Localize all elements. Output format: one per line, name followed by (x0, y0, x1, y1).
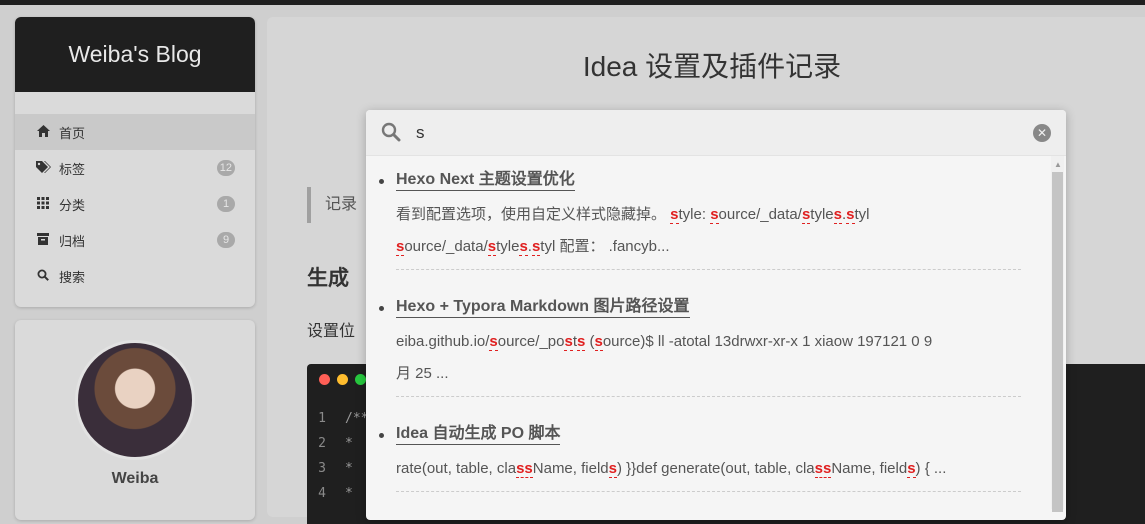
author-card: Weiba (15, 320, 255, 520)
search-result-item[interactable]: Idea 自动生成 PO 脚本 rate(out, table, classNam… (366, 424, 1021, 492)
post-title: Idea 设置及插件记录 (582, 51, 842, 82)
menu-item-tags[interactable]: 标签 12 (15, 150, 255, 186)
snippet-text: tyle (810, 206, 834, 223)
search-result-item[interactable]: Hexo Next 主题设置优化 看到配置选项，使用自定义样式隐藏掉。 style… (366, 170, 1021, 270)
bullet-icon (379, 179, 384, 184)
match-highlight: s (594, 333, 603, 351)
bullet-icon (379, 306, 384, 311)
scrollbar-thumb[interactable] (1052, 172, 1063, 512)
clear-search-icon[interactable]: ✕ (1033, 124, 1051, 142)
window-controls (319, 374, 366, 385)
snippet-line: 看到配置选项，使用自定义样式隐藏掉。 style: source/_data/s… (396, 199, 1021, 231)
menu-item-search[interactable]: 搜索 (15, 258, 255, 294)
results-scrollbar[interactable]: ▲ (1051, 156, 1064, 512)
snippet-text: tyl 配置： .fancyb... (540, 238, 670, 255)
search-result-snippet: 看到配置选项，使用自定义样式隐藏掉。 style: source/_data/s… (396, 199, 1021, 270)
match-highlight: s (670, 206, 679, 224)
categories-count-badge: 1 (217, 196, 235, 212)
archive-count-badge: 9 (217, 232, 235, 248)
search-result-title[interactable]: Hexo + Typora Markdown 图片路径设置 (396, 297, 690, 318)
snippet-line: rate(out, table, className, fields) }}de… (396, 453, 1021, 485)
maximize-dot-icon (355, 374, 366, 385)
site-title[interactable]: Weiba's Blog (15, 17, 255, 92)
tags-count-badge: 12 (216, 160, 235, 176)
match-highlight: s (608, 460, 617, 478)
snippet-text: Name, field (831, 460, 908, 477)
menu-item-label: 搜索 (59, 269, 86, 285)
archive-icon (35, 232, 51, 248)
snippet-line: source/_data/styles.styl 配置： .fancyb... (396, 231, 1021, 263)
close-dot-icon (319, 374, 330, 385)
snippet-line: eiba.github.io/source/_posts (source)$ l… (396, 326, 1021, 358)
snippet-text: tyl (854, 206, 870, 223)
menu-item-label: 归档 (59, 233, 86, 249)
snippet-text: ) { ... (915, 460, 947, 477)
match-highlight: ss (814, 460, 832, 478)
menu-item-archive[interactable]: 归档 9 (15, 222, 255, 258)
top-bar (0, 0, 1145, 5)
match-highlight: s (710, 206, 719, 224)
grid-icon (35, 196, 51, 212)
scroll-up-arrow-icon[interactable]: ▲ (1054, 160, 1062, 169)
snippet-line: 月 25 ... (396, 358, 1021, 390)
snippet-text: 看到配置选项，使用自定义样式隐藏掉。 (396, 206, 671, 223)
snippet-text: ource/_data/ (404, 238, 488, 255)
search-icon (381, 122, 401, 142)
bullet-icon (379, 433, 384, 438)
snippet-text: tyle (496, 238, 520, 255)
match-highlight: s (487, 238, 497, 256)
snippet-text: 月 25 ... (396, 365, 449, 382)
avatar (75, 340, 195, 460)
author-name: Weiba (111, 470, 159, 487)
sidebar-menu: 首页 标签 12 分类 1 归档 9 搜索 (15, 114, 255, 294)
search-result-title[interactable]: Hexo Next 主题设置优化 (396, 170, 575, 191)
snippet-text: ource/_po (497, 333, 565, 350)
match-highlight: s (489, 333, 498, 351)
snippet-text: ource/_data/ (718, 206, 802, 223)
post-quote: 记录 (307, 187, 357, 223)
match-highlight: s (519, 238, 528, 256)
sidebar-brand-card: Weiba's Blog 首页 标签 12 分类 1 归档 9 搜索 (15, 17, 255, 307)
search-popup: ✕ Hexo Next 主题设置优化看到配置选项，使用自定义样式隐藏掉。 sty… (366, 110, 1066, 520)
snippet-text: tyle: (678, 206, 711, 223)
match-highlight: s (846, 206, 855, 224)
snippet-text: eiba.github.io/ (396, 333, 490, 350)
snippet-text: ( (585, 333, 595, 350)
minimize-dot-icon (337, 374, 348, 385)
snippet-text: Name, field (532, 460, 609, 477)
snippet-text: rate(out, table, cla (396, 460, 517, 477)
search-bar: ✕ (366, 110, 1066, 156)
match-highlight: s (564, 333, 573, 351)
menu-item-home[interactable]: 首页 (15, 114, 255, 150)
search-result-snippet: eiba.github.io/source/_posts (source)$ l… (396, 326, 1021, 397)
post-heading: 生成 (307, 267, 349, 290)
menu-item-label: 标签 (59, 161, 86, 177)
tags-icon (35, 160, 51, 176)
snippet-text: ) }}def generate(out, table, cla (616, 460, 815, 477)
match-highlight: s (833, 206, 842, 224)
search-result-snippet: rate(out, table, className, fields) }}de… (396, 453, 1021, 492)
search-result-title[interactable]: Idea 自动生成 PO 脚本 (396, 424, 561, 445)
search-input[interactable] (414, 120, 1018, 146)
menu-item-label: 分类 (59, 197, 86, 213)
search-results: Hexo Next 主题设置优化 看到配置选项，使用自定义样式隐藏掉。 style… (366, 156, 1051, 520)
post-paragraph: 设置位 (307, 323, 356, 340)
search-result-item[interactable]: Hexo + Typora Markdown 图片路径设置 eiba.github… (366, 297, 1021, 397)
menu-item-categories[interactable]: 分类 1 (15, 186, 255, 222)
search-icon (35, 269, 51, 284)
match-highlight: s (907, 460, 916, 478)
snippet-text: ource)$ ll -atotal 13drwxr-xr-x 1 xiaow … (602, 333, 933, 350)
menu-item-label: 首页 (59, 125, 86, 141)
match-highlight: ss (516, 460, 533, 478)
home-icon (35, 124, 51, 140)
